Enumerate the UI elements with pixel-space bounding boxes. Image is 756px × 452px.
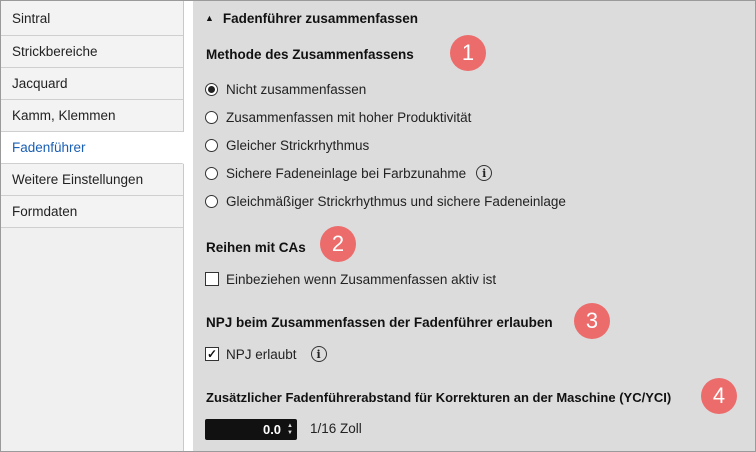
stepper-value[interactable]: 0.0	[263, 422, 281, 437]
rows-with-cas-title: Reihen mit CAs	[206, 240, 306, 255]
sidebar-item-kamm-klemmen[interactable]: Kamm, Klemmen	[1, 100, 183, 132]
option-label: Sichere Fadeneinlage bei Farbzunahme	[226, 165, 467, 181]
callout-badge-1: 1	[450, 35, 486, 71]
sidebar-item-jacquard[interactable]: Jacquard	[1, 68, 183, 100]
settings-window: Sintral Strickbereiche Jacquard Kamm, Kl…	[0, 0, 756, 452]
section-title: Fadenführer zusammenfassen	[222, 11, 418, 26]
stepper-up-icon[interactable]: ▲	[287, 423, 293, 430]
radio-dot	[208, 85, 215, 93]
radio-button-selected[interactable]	[205, 82, 218, 96]
radio-option-nicht-zusammenfassen[interactable]: Nicht zusammenfassen	[205, 79, 366, 99]
radio-option-hohe-produktivitaet[interactable]: Zusammenfassen mit hoher Produktivität	[205, 107, 471, 127]
checkbox-option-einbeziehen[interactable]: Einbeziehen wenn Zusammenfassen aktiv is…	[205, 269, 496, 289]
sidebar: Sintral Strickbereiche Jacquard Kamm, Kl…	[1, 1, 184, 451]
stepper-down-icon[interactable]: ▼	[287, 430, 293, 437]
method-title: Methode des Zusammenfassens	[206, 47, 414, 62]
npj-title: NPJ beim Zusammenfassen der Fadenführer …	[206, 315, 553, 330]
checkbox[interactable]	[205, 272, 219, 286]
option-label: Zusammenfassen mit hoher Produktivität	[226, 109, 472, 125]
radio-button[interactable]	[205, 110, 218, 124]
radio-button[interactable]	[205, 138, 218, 152]
info-icon[interactable]: i	[476, 165, 493, 181]
sidebar-item-formdaten[interactable]: Formdaten	[1, 196, 183, 228]
distance-title: Zusätzlicher Fadenführerabstand für Korr…	[206, 390, 672, 405]
section-header[interactable]: ▲ Fadenführer zusammenfassen	[205, 11, 418, 26]
checkbox-option-npj-erlaubt[interactable]: ✓ NPJ erlaubt i	[205, 344, 327, 364]
radio-button[interactable]	[205, 166, 218, 180]
radio-option-gleicher-strickrhythmus[interactable]: Gleicher Strickrhythmus	[205, 135, 369, 155]
option-label: Nicht zusammenfassen	[226, 81, 367, 97]
callout-badge-3: 3	[574, 303, 610, 339]
info-icon[interactable]: i	[310, 346, 327, 362]
panel-gap	[184, 1, 193, 451]
main-panel: ▲ Fadenführer zusammenfassen Methode des …	[193, 1, 755, 451]
radio-button[interactable]	[205, 194, 218, 208]
sidebar-item-sintral[interactable]: Sintral	[1, 1, 183, 36]
checkbox-checked[interactable]: ✓	[205, 347, 219, 361]
option-label: Gleicher Strickrhythmus	[226, 137, 370, 153]
callout-badge-2: 2	[320, 226, 356, 262]
distance-stepper[interactable]: 0.0 ▲ ▼	[205, 419, 297, 440]
callout-badge-4: 4	[701, 378, 737, 414]
sidebar-item-strickbereiche[interactable]: Strickbereiche	[1, 36, 183, 68]
option-label: Gleichmäßiger Strickrhythmus und sichere…	[226, 193, 566, 209]
checkbox-label: NPJ erlaubt	[226, 346, 297, 362]
collapse-caret-icon[interactable]: ▲	[205, 13, 214, 23]
sidebar-item-weitere-einstellungen[interactable]: Weitere Einstellungen	[1, 164, 183, 196]
checkbox-label: Einbeziehen wenn Zusammenfassen aktiv is…	[226, 271, 497, 287]
radio-option-gleichmaessiger-strickrhythmus[interactable]: Gleichmäßiger Strickrhythmus und sichere…	[205, 191, 566, 211]
radio-option-sichere-fadeneinlage[interactable]: Sichere Fadeneinlage bei Farbzunahme i	[205, 163, 493, 183]
sidebar-item-fadenfuehrer[interactable]: Fadenführer	[1, 132, 184, 164]
stepper-arrows[interactable]: ▲ ▼	[287, 423, 293, 437]
distance-unit: 1/16 Zoll	[310, 421, 362, 436]
